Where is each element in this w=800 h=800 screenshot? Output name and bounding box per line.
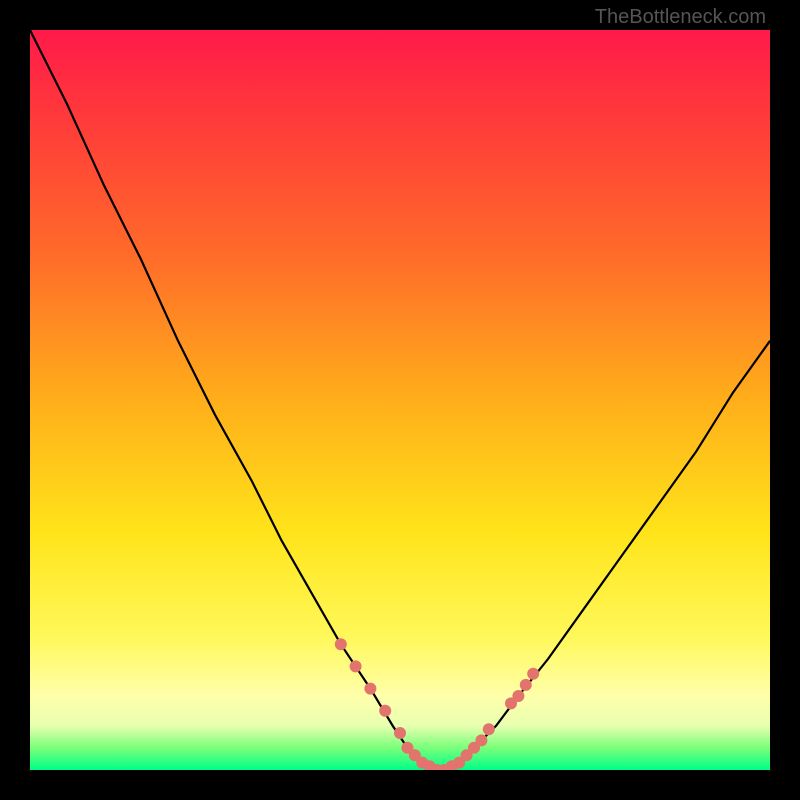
marker-dot xyxy=(335,638,347,650)
chart-plot-area xyxy=(30,30,770,770)
marker-dot xyxy=(379,705,391,717)
marker-dot xyxy=(483,723,495,735)
marker-dot xyxy=(364,683,376,695)
marker-dot xyxy=(520,679,532,691)
highlight-dots xyxy=(335,638,539,770)
watermark-text: TheBottleneck.com xyxy=(595,6,766,29)
bottleneck-curve xyxy=(30,30,770,770)
marker-dot xyxy=(475,734,487,746)
marker-dot xyxy=(350,660,362,672)
marker-dot xyxy=(527,668,539,680)
marker-dot xyxy=(512,690,524,702)
marker-dot xyxy=(394,727,406,739)
chart-svg xyxy=(30,30,770,770)
